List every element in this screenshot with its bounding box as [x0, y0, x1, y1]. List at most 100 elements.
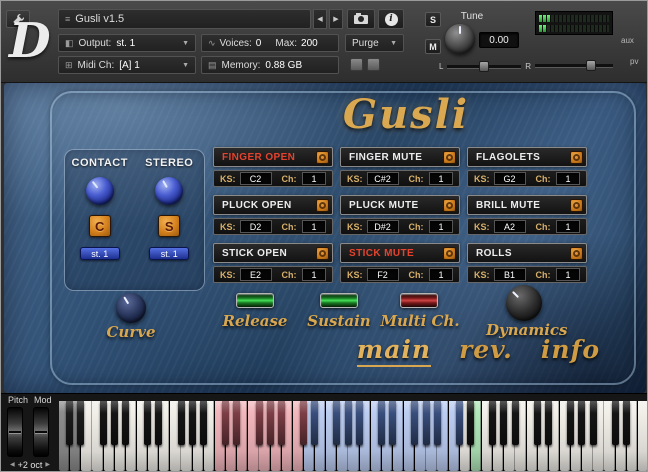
ch-value[interactable]: 1: [429, 268, 453, 281]
volume-slider[interactable]: [535, 59, 613, 73]
articulation-power-indicator[interactable]: [316, 198, 329, 212]
stereo-output-select[interactable]: st. 1: [149, 247, 190, 260]
piano-black-key[interactable]: [422, 401, 430, 445]
piano-black-key[interactable]: [77, 401, 85, 445]
piano-black-key[interactable]: [433, 401, 441, 445]
piano-black-key[interactable]: [155, 401, 163, 445]
ks-value[interactable]: E2: [239, 268, 272, 281]
ch-value[interactable]: 1: [429, 220, 453, 233]
ks-value[interactable]: D#2: [366, 220, 399, 233]
piano-black-key[interactable]: [378, 401, 385, 445]
ch-value[interactable]: 1: [556, 268, 580, 281]
piano-black-key[interactable]: [389, 401, 397, 445]
articulation-power-indicator[interactable]: [443, 150, 456, 164]
mute-button[interactable]: M: [425, 39, 441, 54]
articulation-brill-mute[interactable]: BRILL MUTE KS: A2 Ch: 1: [467, 195, 587, 235]
piano-black-key[interactable]: [622, 401, 630, 445]
ch-value[interactable]: 1: [429, 172, 453, 185]
piano-black-key[interactable]: [199, 401, 207, 445]
piano-black-key[interactable]: [222, 401, 230, 445]
articulation-power-indicator[interactable]: [570, 246, 583, 260]
articulation-power-indicator[interactable]: [570, 198, 583, 212]
ks-value[interactable]: D2: [239, 220, 272, 233]
contact-button[interactable]: C: [88, 215, 111, 237]
piano-black-key[interactable]: [99, 401, 107, 445]
ch-value[interactable]: 1: [302, 172, 326, 185]
pitch-wheel[interactable]: [7, 407, 23, 457]
stereo-button[interactable]: S: [158, 215, 181, 237]
info-button[interactable]: i: [378, 9, 404, 29]
dynamics-knob[interactable]: [506, 285, 542, 321]
keyboard-keys[interactable]: [59, 401, 647, 471]
contact-output-select[interactable]: st. 1: [79, 247, 120, 260]
piano-black-key[interactable]: [455, 401, 463, 445]
header-mini-button-a[interactable]: [350, 58, 363, 71]
articulation-power-indicator[interactable]: [443, 246, 456, 260]
articulation-power-indicator[interactable]: [443, 198, 456, 212]
contact-knob[interactable]: [85, 177, 114, 205]
purge-select[interactable]: Purge ▼: [345, 34, 404, 52]
piano-black-key[interactable]: [567, 401, 575, 445]
piano-black-key[interactable]: [144, 401, 152, 445]
piano-black-key[interactable]: [121, 401, 129, 445]
ch-value[interactable]: 1: [556, 220, 580, 233]
solo-button[interactable]: S: [425, 12, 441, 27]
piano-black-key[interactable]: [533, 401, 541, 445]
articulation-power-indicator[interactable]: [316, 150, 329, 164]
piano-black-key[interactable]: [300, 401, 308, 445]
octave-up-icon[interactable]: ▶: [45, 461, 50, 468]
articulation-stick-open[interactable]: STICK OPEN KS: E2 Ch: 1: [213, 243, 333, 283]
octave-shift-control[interactable]: ◀ +2 oct ▶: [3, 458, 57, 471]
prev-instrument-button[interactable]: ◀: [313, 9, 327, 29]
piano-black-key[interactable]: [333, 401, 341, 445]
curve-knob[interactable]: [116, 293, 146, 323]
articulation-power-indicator[interactable]: [570, 150, 583, 164]
piano-black-key[interactable]: [355, 401, 363, 445]
aux-label[interactable]: aux: [621, 36, 634, 45]
piano-black-key[interactable]: [489, 401, 497, 445]
mod-wheel[interactable]: [33, 407, 49, 457]
piano-black-key[interactable]: [277, 401, 285, 445]
ch-value[interactable]: 1: [556, 172, 580, 185]
ks-value[interactable]: C2: [239, 172, 272, 185]
output-select[interactable]: ◧ Output: st. 1 ▼: [58, 34, 196, 52]
piano-black-key[interactable]: [110, 401, 118, 445]
snapshot-button[interactable]: [347, 9, 375, 29]
tab-info[interactable]: info: [541, 335, 600, 364]
release-led-button[interactable]: [236, 293, 274, 308]
articulation-pluck-open[interactable]: PLUCK OPEN KS: D2 Ch: 1: [213, 195, 333, 235]
multi-ch-led-button[interactable]: [400, 293, 438, 308]
piano-black-key[interactable]: [611, 401, 619, 445]
pan-slider[interactable]: L R: [439, 60, 531, 73]
piano-black-key[interactable]: [544, 401, 552, 445]
octave-down-icon[interactable]: ◀: [10, 461, 15, 468]
pan-handle[interactable]: [479, 60, 490, 72]
sustain-led-button[interactable]: [320, 293, 358, 308]
piano-black-key[interactable]: [511, 401, 519, 445]
piano-black-key[interactable]: [255, 401, 263, 445]
volume-handle[interactable]: [586, 60, 597, 71]
piano-black-key[interactable]: [188, 401, 196, 445]
articulation-rolls[interactable]: ROLLS KS: B1 Ch: 1: [467, 243, 587, 283]
tab-main[interactable]: main: [356, 335, 432, 367]
ks-value[interactable]: C#2: [366, 172, 399, 185]
articulation-stick-mute[interactable]: STICK MUTE KS: F2 Ch: 1: [340, 243, 460, 283]
piano-black-key[interactable]: [177, 401, 185, 445]
piano-black-key[interactable]: [344, 401, 352, 445]
next-instrument-button[interactable]: ▶: [329, 9, 343, 29]
articulation-finger-mute[interactable]: FINGER MUTE KS: C#2 Ch: 1: [340, 147, 460, 187]
ks-value[interactable]: A2: [493, 220, 526, 233]
piano-black-key[interactable]: [233, 401, 241, 445]
piano-white-key[interactable]: [637, 401, 647, 471]
tune-knob[interactable]: [445, 24, 475, 54]
ks-value[interactable]: F2: [366, 268, 399, 281]
piano-black-key[interactable]: [467, 401, 475, 445]
ch-value[interactable]: 1: [302, 220, 326, 233]
articulation-power-indicator[interactable]: [316, 246, 329, 260]
articulation-flagolets[interactable]: FLAGOLETS KS: G2 Ch: 1: [467, 147, 587, 187]
piano-black-key[interactable]: [589, 401, 597, 445]
piano-black-key[interactable]: [578, 401, 586, 445]
stereo-knob[interactable]: [155, 177, 184, 205]
piano-black-key[interactable]: [411, 401, 419, 445]
ks-value[interactable]: G2: [493, 172, 526, 185]
